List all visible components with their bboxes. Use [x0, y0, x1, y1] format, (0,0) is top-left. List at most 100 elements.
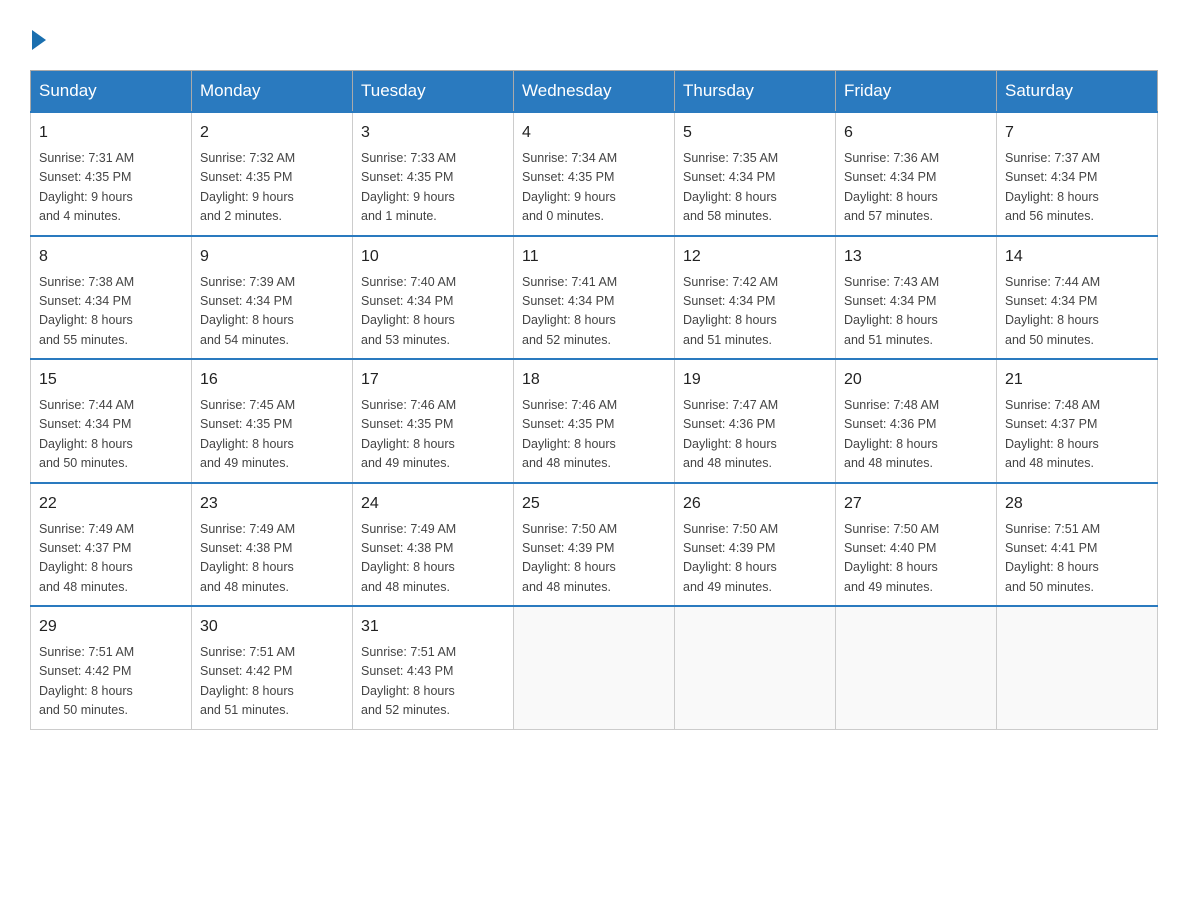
day-number: 14: [1005, 245, 1149, 269]
calendar-cell: 31 Sunrise: 7:51 AMSunset: 4:43 PMDayligh…: [353, 606, 514, 729]
calendar-cell: 20Sunrise: 7:48 AMSunset: 4:36 PMDayligh…: [836, 359, 997, 483]
day-info: Sunrise: 7:34 AMSunset: 4:35 PMDaylight:…: [522, 149, 666, 227]
week-row-4: 22 Sunrise: 7:49 AMSunset: 4:37 PMDayligh…: [31, 483, 1158, 607]
day-info: Sunrise: 7:49 AMSunset: 4:38 PMDaylight:…: [361, 520, 505, 598]
calendar-cell: 9Sunrise: 7:39 AMSunset: 4:34 PMDaylight…: [192, 236, 353, 360]
day-info: Sunrise: 7:51 AMSunset: 4:42 PMDaylight:…: [200, 643, 344, 721]
logo: [30, 30, 48, 50]
day-info: Sunrise: 7:45 AMSunset: 4:35 PMDaylight:…: [200, 396, 344, 474]
calendar-table: SundayMondayTuesdayWednesdayThursdayFrid…: [30, 70, 1158, 730]
calendar-cell: 11Sunrise: 7:41 AMSunset: 4:34 PMDayligh…: [514, 236, 675, 360]
calendar-cell: 10 Sunrise: 7:40 AMSunset: 4:34 PMDayligh…: [353, 236, 514, 360]
day-number: 15: [39, 368, 183, 392]
day-info: Sunrise: 7:51 AMSunset: 4:42 PMDaylight:…: [39, 643, 183, 721]
calendar-cell: 16 Sunrise: 7:45 AMSunset: 4:35 PMDayligh…: [192, 359, 353, 483]
calendar-cell: 6 Sunrise: 7:36 AMSunset: 4:34 PMDaylight…: [836, 112, 997, 236]
calendar-cell: [997, 606, 1158, 729]
day-number: 21: [1005, 368, 1149, 392]
calendar-cell: [675, 606, 836, 729]
day-info: Sunrise: 7:44 AMSunset: 4:34 PMDaylight:…: [1005, 273, 1149, 351]
day-number: 18: [522, 368, 666, 392]
day-info: Sunrise: 7:47 AMSunset: 4:36 PMDaylight:…: [683, 396, 827, 474]
calendar-cell: 7 Sunrise: 7:37 AMSunset: 4:34 PMDaylight…: [997, 112, 1158, 236]
day-info: Sunrise: 7:37 AMSunset: 4:34 PMDaylight:…: [1005, 149, 1149, 227]
calendar-cell: 22 Sunrise: 7:49 AMSunset: 4:37 PMDayligh…: [31, 483, 192, 607]
day-info: Sunrise: 7:48 AMSunset: 4:36 PMDaylight:…: [844, 396, 988, 474]
calendar-cell: 12 Sunrise: 7:42 AMSunset: 4:34 PMDayligh…: [675, 236, 836, 360]
day-info: Sunrise: 7:44 AMSunset: 4:34 PMDaylight:…: [39, 396, 183, 474]
day-info: Sunrise: 7:32 AMSunset: 4:35 PMDaylight:…: [200, 149, 344, 227]
day-info: Sunrise: 7:35 AMSunset: 4:34 PMDaylight:…: [683, 149, 827, 227]
day-number: 30: [200, 615, 344, 639]
day-number: 4: [522, 121, 666, 145]
calendar-cell: 2 Sunrise: 7:32 AMSunset: 4:35 PMDaylight…: [192, 112, 353, 236]
calendar-header-row: SundayMondayTuesdayWednesdayThursdayFrid…: [31, 71, 1158, 113]
day-number: 12: [683, 245, 827, 269]
day-info: Sunrise: 7:50 AMSunset: 4:39 PMDaylight:…: [522, 520, 666, 598]
calendar-cell: [514, 606, 675, 729]
day-info: Sunrise: 7:46 AMSunset: 4:35 PMDaylight:…: [361, 396, 505, 474]
day-number: 25: [522, 492, 666, 516]
day-info: Sunrise: 7:51 AMSunset: 4:43 PMDaylight:…: [361, 643, 505, 721]
calendar-cell: 29Sunrise: 7:51 AMSunset: 4:42 PMDayligh…: [31, 606, 192, 729]
day-number: 22: [39, 492, 183, 516]
day-number: 23: [200, 492, 344, 516]
day-header-monday: Monday: [192, 71, 353, 113]
calendar-cell: 28 Sunrise: 7:51 AMSunset: 4:41 PMDayligh…: [997, 483, 1158, 607]
week-row-2: 8Sunrise: 7:38 AMSunset: 4:34 PMDaylight…: [31, 236, 1158, 360]
day-info: Sunrise: 7:46 AMSunset: 4:35 PMDaylight:…: [522, 396, 666, 474]
day-number: 17: [361, 368, 505, 392]
day-number: 1: [39, 121, 183, 145]
calendar-cell: 15 Sunrise: 7:44 AMSunset: 4:34 PMDayligh…: [31, 359, 192, 483]
day-info: Sunrise: 7:41 AMSunset: 4:34 PMDaylight:…: [522, 273, 666, 351]
logo-arrow-icon: [32, 30, 46, 50]
calendar-cell: 17 Sunrise: 7:46 AMSunset: 4:35 PMDayligh…: [353, 359, 514, 483]
day-info: Sunrise: 7:50 AMSunset: 4:40 PMDaylight:…: [844, 520, 988, 598]
day-number: 7: [1005, 121, 1149, 145]
calendar-cell: 3 Sunrise: 7:33 AMSunset: 4:35 PMDaylight…: [353, 112, 514, 236]
day-number: 27: [844, 492, 988, 516]
day-info: Sunrise: 7:49 AMSunset: 4:38 PMDaylight:…: [200, 520, 344, 598]
day-header-friday: Friday: [836, 71, 997, 113]
day-info: Sunrise: 7:36 AMSunset: 4:34 PMDaylight:…: [844, 149, 988, 227]
day-number: 3: [361, 121, 505, 145]
day-info: Sunrise: 7:43 AMSunset: 4:34 PMDaylight:…: [844, 273, 988, 351]
week-row-3: 15 Sunrise: 7:44 AMSunset: 4:34 PMDayligh…: [31, 359, 1158, 483]
day-header-sunday: Sunday: [31, 71, 192, 113]
day-info: Sunrise: 7:40 AMSunset: 4:34 PMDaylight:…: [361, 273, 505, 351]
day-info: Sunrise: 7:42 AMSunset: 4:34 PMDaylight:…: [683, 273, 827, 351]
calendar-cell: 1Sunrise: 7:31 AMSunset: 4:35 PMDaylight…: [31, 112, 192, 236]
calendar-cell: [836, 606, 997, 729]
calendar-cell: 5 Sunrise: 7:35 AMSunset: 4:34 PMDaylight…: [675, 112, 836, 236]
day-number: 5: [683, 121, 827, 145]
calendar-cell: 23 Sunrise: 7:49 AMSunset: 4:38 PMDayligh…: [192, 483, 353, 607]
day-number: 16: [200, 368, 344, 392]
calendar-cell: 27 Sunrise: 7:50 AMSunset: 4:40 PMDayligh…: [836, 483, 997, 607]
calendar-cell: 19 Sunrise: 7:47 AMSunset: 4:36 PMDayligh…: [675, 359, 836, 483]
day-info: Sunrise: 7:33 AMSunset: 4:35 PMDaylight:…: [361, 149, 505, 227]
day-info: Sunrise: 7:38 AMSunset: 4:34 PMDaylight:…: [39, 273, 183, 351]
day-number: 2: [200, 121, 344, 145]
calendar-cell: 26 Sunrise: 7:50 AMSunset: 4:39 PMDayligh…: [675, 483, 836, 607]
day-header-saturday: Saturday: [997, 71, 1158, 113]
day-info: Sunrise: 7:51 AMSunset: 4:41 PMDaylight:…: [1005, 520, 1149, 598]
day-number: 19: [683, 368, 827, 392]
day-header-thursday: Thursday: [675, 71, 836, 113]
day-number: 6: [844, 121, 988, 145]
day-number: 9: [200, 245, 344, 269]
day-info: Sunrise: 7:48 AMSunset: 4:37 PMDaylight:…: [1005, 396, 1149, 474]
day-number: 10: [361, 245, 505, 269]
day-number: 24: [361, 492, 505, 516]
calendar-cell: 4 Sunrise: 7:34 AMSunset: 4:35 PMDaylight…: [514, 112, 675, 236]
day-info: Sunrise: 7:50 AMSunset: 4:39 PMDaylight:…: [683, 520, 827, 598]
day-number: 28: [1005, 492, 1149, 516]
day-number: 26: [683, 492, 827, 516]
calendar-cell: 13 Sunrise: 7:43 AMSunset: 4:34 PMDayligh…: [836, 236, 997, 360]
day-number: 31: [361, 615, 505, 639]
calendar-cell: 18 Sunrise: 7:46 AMSunset: 4:35 PMDayligh…: [514, 359, 675, 483]
calendar-cell: 8Sunrise: 7:38 AMSunset: 4:34 PMDaylight…: [31, 236, 192, 360]
day-info: Sunrise: 7:49 AMSunset: 4:37 PMDaylight:…: [39, 520, 183, 598]
day-number: 13: [844, 245, 988, 269]
calendar-cell: 14 Sunrise: 7:44 AMSunset: 4:34 PMDayligh…: [997, 236, 1158, 360]
calendar-cell: 30 Sunrise: 7:51 AMSunset: 4:42 PMDayligh…: [192, 606, 353, 729]
